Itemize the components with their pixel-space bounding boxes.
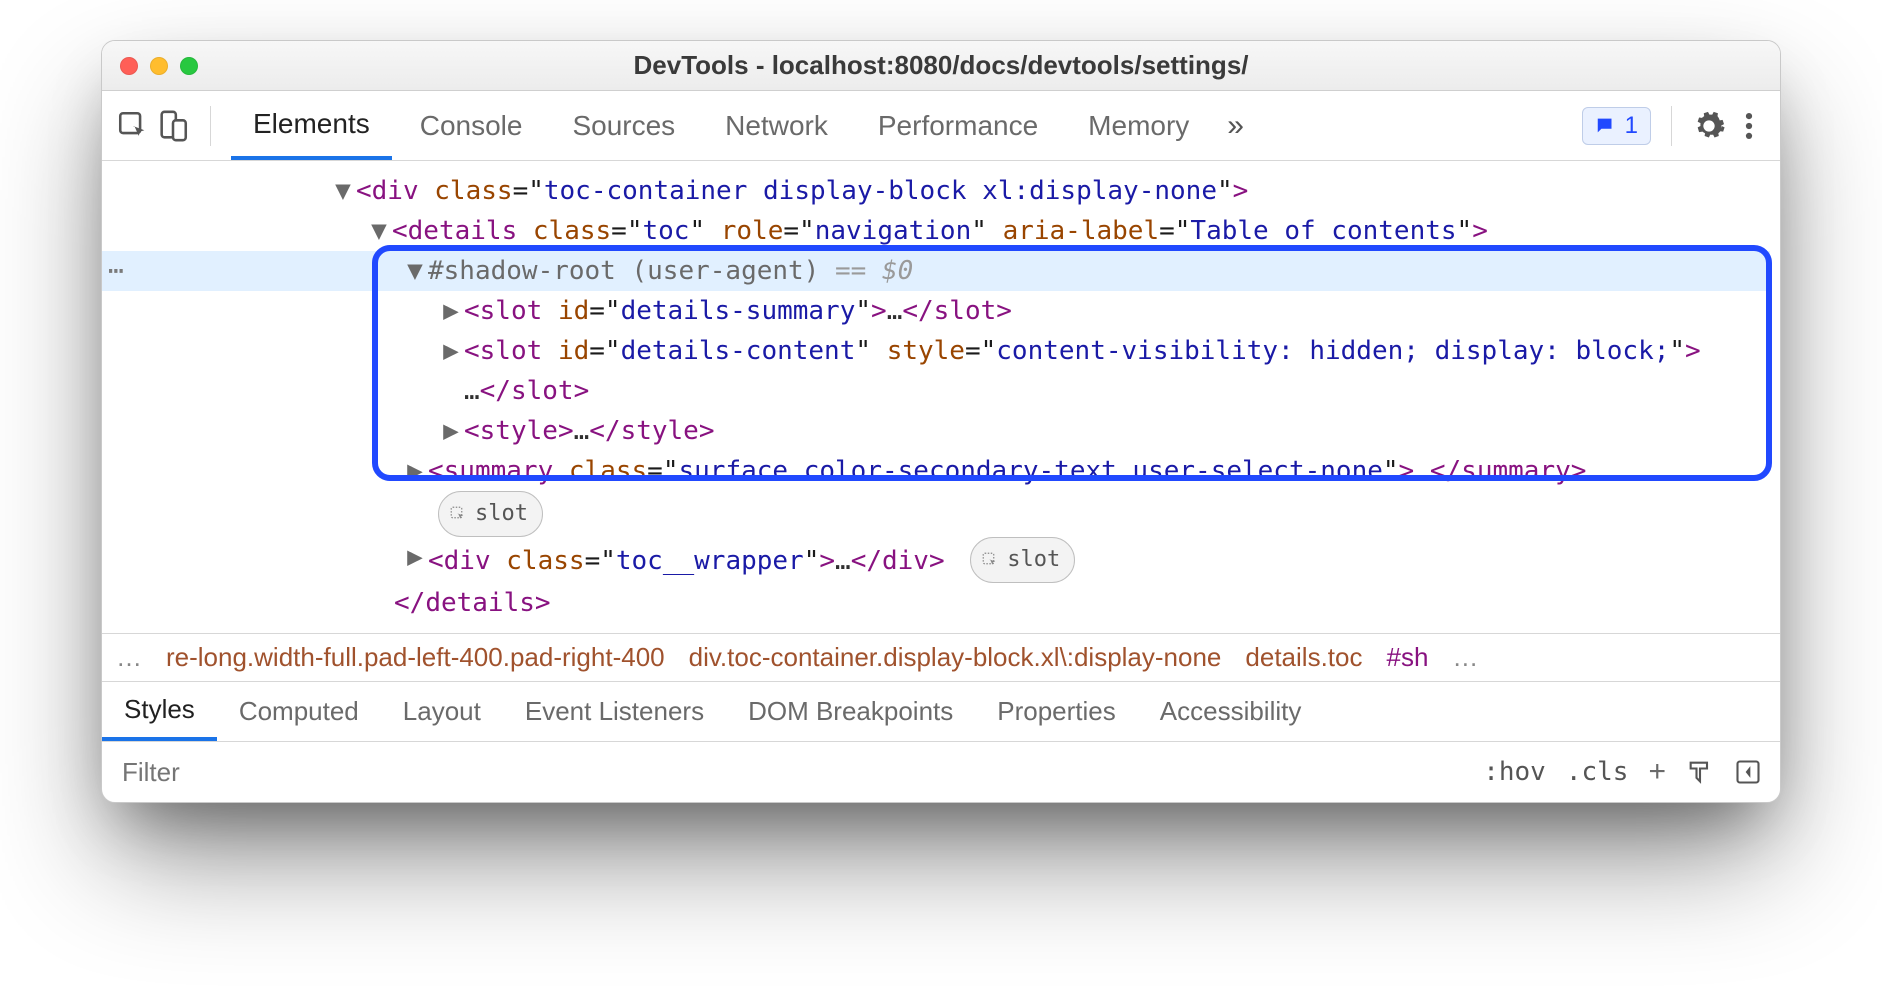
new-style-rule-button[interactable]: + [1648, 755, 1666, 789]
tab-label: Console [420, 110, 523, 142]
device-toolbar-icon[interactable] [156, 109, 190, 143]
tab-elements[interactable]: Elements [231, 91, 392, 160]
toggle-cls-button[interactable]: .cls [1566, 757, 1629, 787]
crumb-item[interactable]: details.toc [1245, 642, 1362, 673]
dom-node-content: <summary class="surface color-secondary-… [428, 451, 1760, 491]
subtab-accessibility[interactable]: Accessibility [1138, 682, 1324, 741]
elements-breadcrumbs[interactable]: … re-long.width-full.pad-left-400.pad-ri… [102, 633, 1780, 682]
close-window-button[interactable] [120, 57, 138, 75]
tab-label: Elements [253, 108, 370, 140]
crumb-item-selected[interactable]: #sh [1386, 642, 1428, 673]
disclosure-arrow-icon[interactable]: ▶ [440, 331, 462, 371]
issues-count: 1 [1625, 112, 1638, 140]
dom-node[interactable]: ▶ <style>…</style> [102, 411, 1770, 451]
dom-node[interactable]: ▶ <div class="toc__wrapper">…</div> slot [102, 537, 1770, 583]
issues-chip[interactable]: 1 [1582, 107, 1651, 145]
dom-node-selected[interactable]: ⋯ ▼ #shadow-root (user-agent) == $0 [102, 251, 1770, 291]
main-toolbar: Elements Console Sources Network Perform… [102, 91, 1780, 161]
subtab-label: Layout [403, 696, 481, 727]
tab-label: Memory [1088, 110, 1189, 142]
crumb-item[interactable]: div.toc-container.display-block.xl\:disp… [689, 642, 1222, 673]
disclosure-arrow-icon[interactable]: ▼ [332, 171, 354, 211]
reveal-icon [449, 505, 467, 523]
toolbar-divider [1671, 106, 1672, 146]
dom-node-content: #shadow-root (user-agent) == $0 [428, 251, 1760, 291]
subtab-label: Properties [997, 696, 1116, 727]
elements-dom-tree[interactable]: ▼ <div class="toc-container display-bloc… [102, 161, 1780, 633]
dom-node[interactable]: ▼ <div class="toc-container display-bloc… [102, 171, 1770, 211]
subtab-label: Event Listeners [525, 696, 704, 727]
kebab-menu-icon[interactable] [1732, 109, 1766, 143]
dom-node[interactable]: ▼ <details class="toc" role="navigation"… [102, 211, 1770, 251]
disclosure-arrow-icon[interactable]: ▶ [440, 291, 462, 331]
slot-reveal-pill[interactable]: slot [970, 537, 1075, 583]
inspect-element-icon[interactable] [116, 109, 150, 143]
tab-label: Sources [572, 110, 675, 142]
subtab-label: Computed [239, 696, 359, 727]
disclosure-arrow-icon[interactable]: ▶ [404, 537, 426, 577]
tabs-overflow-icon[interactable]: » [1217, 109, 1254, 143]
subtab-layout[interactable]: Layout [381, 682, 503, 741]
subtab-event-listeners[interactable]: Event Listeners [503, 682, 726, 741]
subtab-label: Styles [124, 694, 195, 725]
gutter-overflow-icon: ⋯ [108, 251, 124, 291]
disclosure-arrow-icon[interactable]: ▼ [404, 251, 426, 291]
dom-node-content: <div class="toc-container display-block … [356, 171, 1760, 211]
slot-reveal-pill[interactable]: slot [438, 491, 543, 537]
dom-node-content: <details class="toc" role="navigation" a… [392, 211, 1760, 251]
subtab-label: Accessibility [1160, 696, 1302, 727]
subtab-styles[interactable]: Styles [102, 682, 217, 741]
styles-format-icon[interactable] [1686, 758, 1714, 786]
titlebar: DevTools - localhost:8080/docs/devtools/… [102, 41, 1780, 91]
pill-label: slot [475, 494, 528, 534]
window-title: DevTools - localhost:8080/docs/devtools/… [102, 50, 1780, 81]
subtab-computed[interactable]: Computed [217, 682, 381, 741]
crumbs-overflow-right[interactable]: … [1452, 642, 1478, 673]
tab-console[interactable]: Console [398, 91, 545, 160]
subtab-label: DOM Breakpoints [748, 696, 953, 727]
toggle-hov-button[interactable]: :hov [1483, 757, 1546, 787]
tab-network[interactable]: Network [703, 91, 850, 160]
devtools-window: DevTools - localhost:8080/docs/devtools/… [101, 40, 1781, 803]
dom-node[interactable]: ▶ <summary class="surface color-secondar… [102, 451, 1770, 491]
slot-reveal-pill-row: slot [102, 491, 1770, 537]
dom-node-content: <slot id="details-summary">…</slot> [464, 291, 1760, 331]
styles-filterbar: :hov .cls + [102, 742, 1780, 802]
reveal-icon [981, 551, 999, 569]
subtab-properties[interactable]: Properties [975, 682, 1138, 741]
tab-sources[interactable]: Sources [550, 91, 697, 160]
dom-node-content: <div class="toc__wrapper">…</div> slot [428, 537, 1760, 583]
dom-node-content: </details> [394, 583, 1760, 623]
dom-node-content: <style>…</style> [464, 411, 1760, 451]
dom-node-content: <slot id="details-content" style="conten… [464, 331, 1760, 411]
tab-performance[interactable]: Performance [856, 91, 1060, 160]
tab-memory[interactable]: Memory [1066, 91, 1211, 160]
window-controls [120, 57, 198, 75]
disclosure-arrow-icon[interactable]: ▶ [404, 451, 426, 491]
dom-node[interactable]: ▶ <slot id="details-summary">…</slot> [102, 291, 1770, 331]
subtab-dom-breakpoints[interactable]: DOM Breakpoints [726, 682, 975, 741]
minimize-window-button[interactable] [150, 57, 168, 75]
settings-gear-icon[interactable] [1692, 109, 1726, 143]
toolbar-divider [210, 106, 211, 146]
tab-label: Network [725, 110, 828, 142]
computed-styles-sidebar-icon[interactable] [1734, 758, 1762, 786]
zoom-window-button[interactable] [180, 57, 198, 75]
styles-subtabs: Styles Computed Layout Event Listeners D… [102, 682, 1780, 742]
dom-node[interactable]: </details> [102, 583, 1770, 623]
dom-node[interactable]: ▶ <slot id="details-content" style="cont… [102, 331, 1770, 411]
crumbs-overflow-left[interactable]: … [116, 642, 142, 673]
tab-label: Performance [878, 110, 1038, 142]
disclosure-arrow-icon[interactable]: ▼ [368, 211, 390, 251]
issues-icon [1595, 115, 1617, 137]
styles-filter-input[interactable] [120, 756, 520, 789]
pill-label: slot [1007, 540, 1060, 580]
disclosure-arrow-icon[interactable]: ▶ [440, 411, 462, 451]
crumb-item[interactable]: re-long.width-full.pad-left-400.pad-righ… [166, 642, 665, 673]
